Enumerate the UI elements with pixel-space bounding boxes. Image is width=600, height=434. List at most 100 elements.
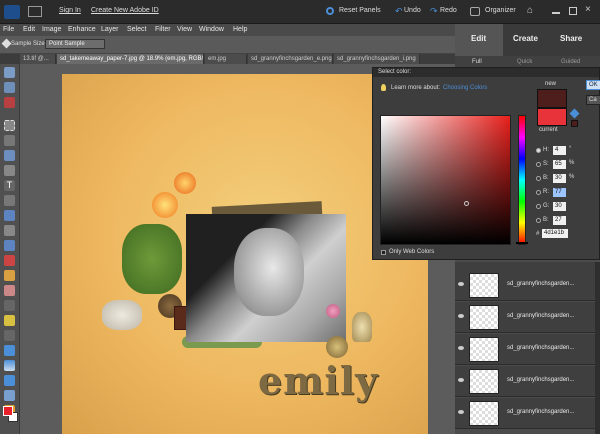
current-color-label: current: [539, 127, 558, 133]
layer-name: sd_grannyfinchsgarden...: [507, 345, 575, 351]
red-radio[interactable]: [536, 190, 541, 195]
doc-tab[interactable]: sd_grannyfinchsgarden_i.png: [334, 54, 420, 64]
magic-wand-icon[interactable]: [4, 150, 15, 161]
reset-panels-button[interactable]: Reset Panels: [339, 7, 381, 14]
zoom-tool-icon[interactable]: [4, 67, 15, 78]
blur-tool-icon[interactable]: [4, 390, 15, 401]
gradient-tool-icon[interactable]: [4, 360, 15, 371]
hand-tool-icon[interactable]: [4, 82, 15, 93]
menu-help[interactable]: Help: [233, 26, 247, 33]
doc-tab[interactable]: sd_grannyfinchsgarden_e.png: [248, 54, 333, 64]
layers-scrollbar[interactable]: [595, 262, 600, 434]
tab-create[interactable]: Create: [513, 34, 538, 43]
green-radio[interactable]: [536, 204, 541, 209]
choosing-colors-link[interactable]: Choosing Colors: [443, 85, 487, 91]
sign-in-link[interactable]: Sign In: [59, 7, 81, 14]
doc-tab[interactable]: em.jpg: [205, 54, 247, 64]
sample-size-select[interactable]: Point Sample: [45, 39, 105, 49]
smart-brush-icon[interactable]: [4, 330, 15, 341]
menu-layer[interactable]: Layer: [101, 26, 119, 33]
redo-icon[interactable]: ↷: [430, 6, 438, 17]
dialog-title: Select color:: [378, 69, 412, 75]
eye-icon[interactable]: [458, 346, 464, 350]
eye-icon[interactable]: [458, 378, 464, 382]
subtab-full[interactable]: Full: [472, 59, 482, 65]
menu-image[interactable]: Image: [42, 26, 61, 33]
undo-icon[interactable]: ↶: [395, 6, 403, 17]
close-icon[interactable]: ×: [585, 4, 591, 15]
brush-tool-icon[interactable]: [4, 315, 15, 326]
spot-healing-icon[interactable]: [4, 255, 15, 266]
sample-size-value: Point Sample: [49, 41, 85, 47]
subtab-quick[interactable]: Quick: [517, 59, 532, 65]
foreground-color-swatch[interactable]: [3, 406, 13, 416]
web-safe-cube-icon[interactable]: [569, 108, 580, 119]
saturation-field[interactable]: 65: [553, 160, 566, 169]
red-eye-tool-icon[interactable]: [4, 240, 15, 251]
saturation-radio[interactable]: [536, 162, 541, 167]
menu-file[interactable]: File: [3, 26, 14, 33]
color-field-marker[interactable]: [464, 201, 469, 206]
tab-share[interactable]: Share: [560, 34, 582, 43]
layer-row-partial[interactable]: [455, 262, 595, 270]
layer-row[interactable]: sd_grannyfinchsgarden...: [455, 302, 595, 333]
menu-window[interactable]: Window: [199, 26, 224, 33]
only-web-colors-checkbox[interactable]: [381, 250, 386, 255]
blue-field[interactable]: 27: [553, 216, 566, 225]
paint-bucket-icon[interactable]: [4, 345, 15, 356]
doc-tab-active[interactable]: sd_takemeaway_paper-7.jpg @ 18.9% (em.jp…: [57, 54, 204, 64]
eye-icon[interactable]: [458, 314, 464, 318]
reset-panels-icon[interactable]: [326, 7, 334, 15]
tab-edit[interactable]: Edit: [471, 34, 486, 43]
hue-slider[interactable]: [516, 115, 528, 245]
create-id-link[interactable]: Create New Adobe ID: [91, 7, 159, 14]
minimize-icon[interactable]: [552, 12, 560, 14]
menu-enhance[interactable]: Enhance: [68, 26, 96, 33]
red-field[interactable]: 77: [553, 188, 566, 197]
saturation-brightness-field[interactable]: [380, 115, 511, 245]
subtab-guided[interactable]: Guided: [561, 59, 580, 65]
ok-button[interactable]: OK: [586, 80, 600, 90]
maximize-icon[interactable]: [569, 7, 577, 15]
clone-stamp-icon[interactable]: [4, 270, 15, 281]
crop-tool-icon[interactable]: [4, 195, 15, 206]
hue-slider-marker[interactable]: [516, 241, 528, 244]
eraser-tool-icon[interactable]: [4, 285, 15, 296]
layer-row[interactable]: sd_grannyfinchsgarden...: [455, 334, 595, 365]
organizer-button[interactable]: Organizer: [485, 7, 516, 14]
brightness-field[interactable]: 30: [553, 174, 566, 183]
doc-tab[interactable]: 13.tif @...: [20, 54, 56, 64]
cancel-button[interactable]: Ca: [586, 95, 600, 105]
menu-edit[interactable]: Edit: [23, 26, 35, 33]
green-field[interactable]: 30: [553, 202, 566, 211]
hue-field[interactable]: 4: [553, 146, 566, 155]
menu-select[interactable]: Select: [127, 26, 146, 33]
arrange-documents-icon[interactable]: [28, 6, 42, 17]
eyedropper-icon[interactable]: [4, 97, 15, 108]
lasso-tool-icon[interactable]: [4, 135, 15, 146]
menu-view[interactable]: View: [177, 26, 192, 33]
undo-button[interactable]: Undo: [404, 7, 421, 14]
current-color-swatch[interactable]: [537, 108, 567, 126]
hue-radio[interactable]: [536, 148, 541, 153]
eye-icon[interactable]: [458, 282, 464, 286]
eye-icon[interactable]: [458, 410, 464, 414]
layer-row[interactable]: sd_grannyfinchsgarden...: [455, 398, 595, 429]
layer-row[interactable]: sd_grannyfinchsgarden...: [455, 270, 595, 301]
pencil-tool-icon[interactable]: [4, 300, 15, 311]
cookie-cutter-icon[interactable]: [4, 210, 15, 221]
type-tool-icon[interactable]: T: [4, 180, 15, 191]
hex-field[interactable]: 4d1e1b: [542, 229, 568, 238]
straighten-tool-icon[interactable]: [4, 225, 15, 236]
brightness-radio[interactable]: [536, 176, 541, 181]
blue-radio[interactable]: [536, 218, 541, 223]
organizer-icon[interactable]: [470, 7, 480, 16]
layer-row[interactable]: sd_grannyfinchsgarden...: [455, 366, 595, 397]
redo-button[interactable]: Redo: [440, 7, 457, 14]
menu-filter[interactable]: Filter: [155, 26, 171, 33]
marquee-tool-icon[interactable]: [4, 120, 15, 131]
home-icon[interactable]: ⌂: [527, 5, 533, 16]
out-of-gamut-swatch[interactable]: [571, 120, 578, 127]
shape-tool-icon[interactable]: [4, 375, 15, 386]
selection-brush-icon[interactable]: [4, 165, 15, 176]
